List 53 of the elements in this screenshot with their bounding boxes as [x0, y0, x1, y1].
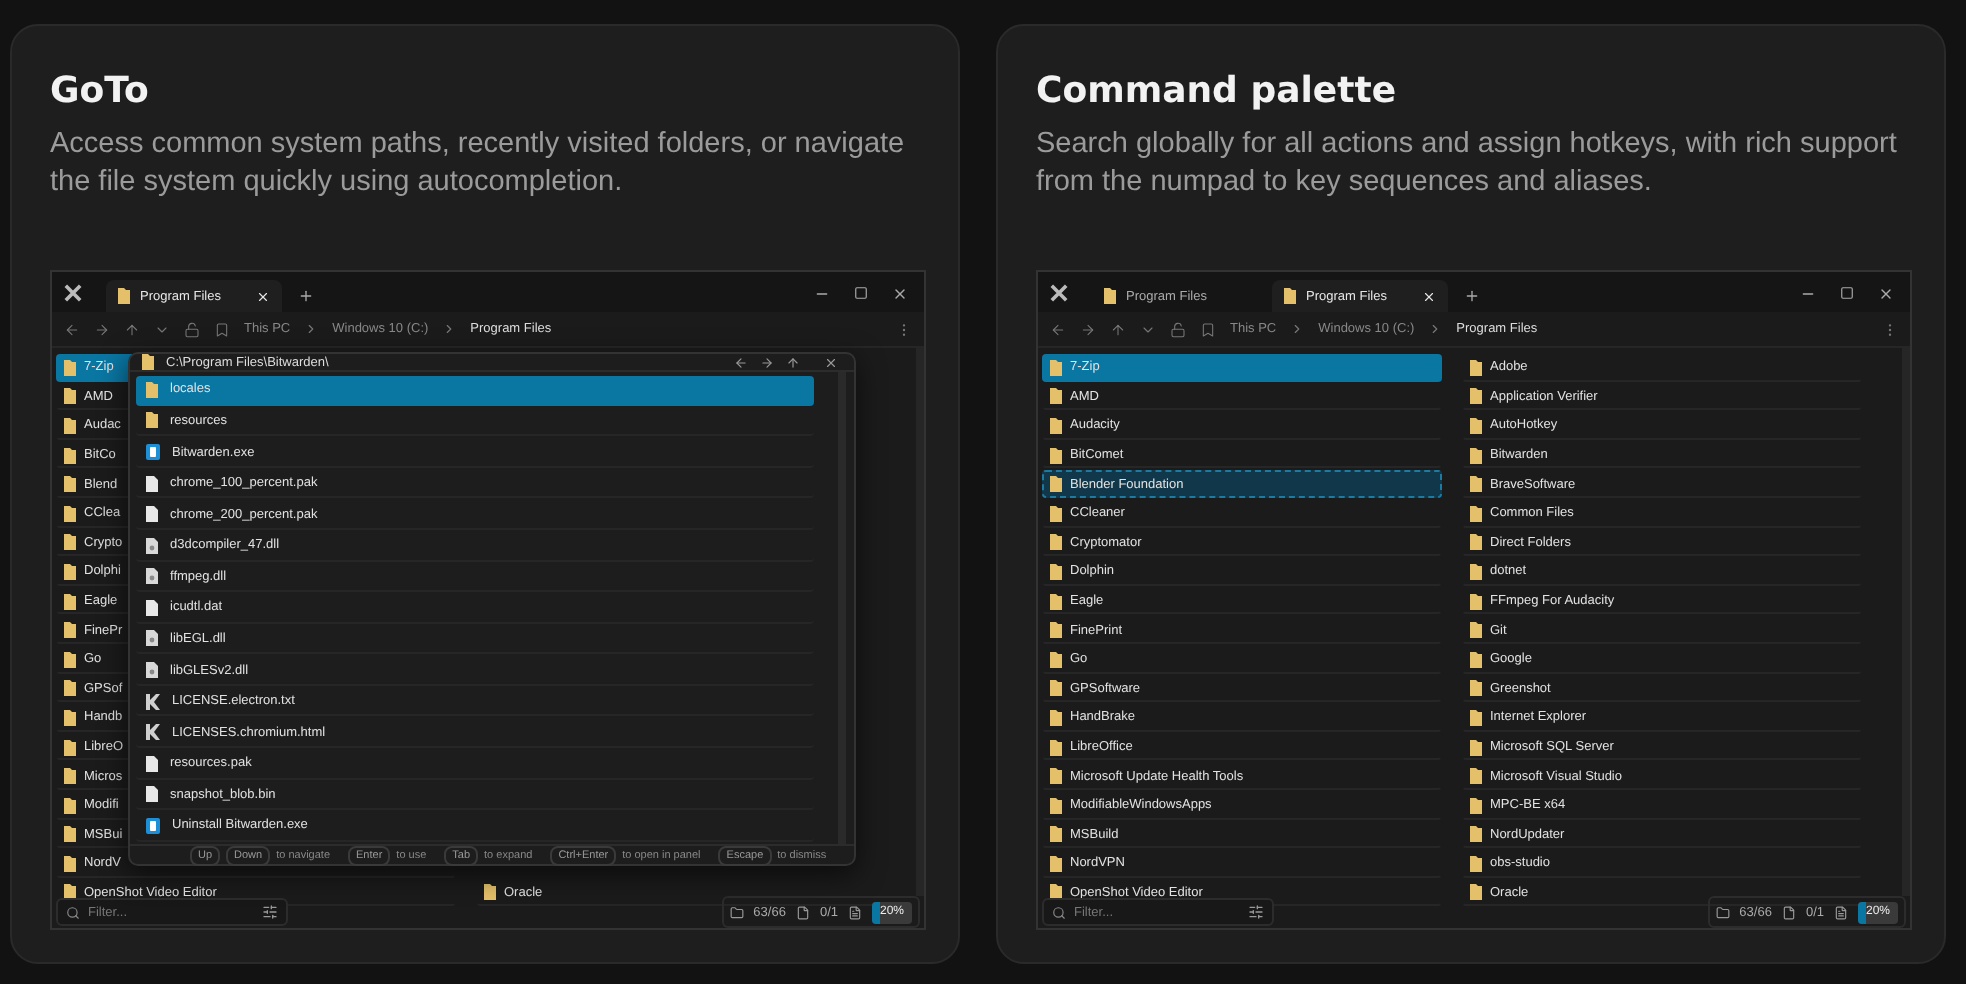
- app-icon: [146, 817, 160, 834]
- forward-icon[interactable]: [1080, 321, 1096, 337]
- document-icon[interactable]: [848, 905, 862, 919]
- card-title: Command palette: [1036, 70, 1399, 112]
- close-icon[interactable]: [892, 286, 908, 302]
- forward-icon[interactable]: [760, 355, 774, 369]
- back-icon[interactable]: [64, 321, 80, 337]
- new-tab-icon[interactable]: [298, 288, 314, 304]
- search-icon: [1052, 905, 1066, 919]
- filter-options-icon[interactable]: [262, 904, 278, 920]
- close-icon[interactable]: [1878, 286, 1894, 302]
- license-icon: [146, 724, 160, 741]
- back-icon[interactable]: [1050, 321, 1066, 337]
- file-icon: [1781, 905, 1796, 919]
- file-icon: [795, 905, 810, 919]
- gear-file-icon: [146, 537, 158, 554]
- up-icon[interactable]: [124, 321, 140, 337]
- folder-icon: [118, 288, 130, 304]
- gear-file-icon: [146, 568, 158, 585]
- bookmark-icon[interactable]: [1200, 321, 1216, 337]
- up-icon[interactable]: [786, 355, 800, 369]
- chevron-right-icon: [442, 322, 457, 336]
- lock-icon[interactable]: [184, 321, 200, 337]
- up-icon[interactable]: [1110, 321, 1126, 337]
- back-icon[interactable]: [734, 355, 748, 369]
- chevron-right-icon: [304, 322, 319, 336]
- app-logo-icon: [64, 284, 82, 302]
- folder-icon: [729, 905, 744, 919]
- document-icon[interactable]: [1834, 905, 1848, 919]
- card-description: Access common system paths, recently visited folders, or navigate the file system quickly using autocompletion.: [50, 126, 907, 202]
- bookmark-icon[interactable]: [214, 321, 230, 337]
- app-logo-icon: [1050, 284, 1068, 302]
- lock-icon[interactable]: [1170, 321, 1186, 337]
- card-description: Search globally for all actions and assign hotkeys, with rich support from the numpad to key sequences and aliases.: [1036, 126, 1899, 202]
- folder-icon: [1284, 288, 1296, 304]
- gear-file-icon: [146, 662, 158, 679]
- app-icon: [146, 444, 160, 460]
- folder-icon: [484, 884, 496, 901]
- license-icon: [146, 693, 160, 710]
- chevron-right-icon: [1290, 322, 1305, 336]
- gear-file-icon: [146, 630, 158, 647]
- card-title: GoTo: [50, 70, 151, 112]
- file-icon: [146, 599, 158, 616]
- filter-options-icon[interactable]: [1248, 904, 1264, 920]
- chevron-right-icon: [1428, 322, 1443, 336]
- folder-icon: [1104, 288, 1116, 304]
- search-icon: [66, 905, 80, 919]
- maximize-icon[interactable]: [854, 286, 868, 300]
- folder-icon: [1715, 905, 1730, 919]
- new-tab-icon[interactable]: [1464, 288, 1480, 304]
- maximize-icon[interactable]: [1840, 286, 1854, 300]
- close-icon[interactable]: [824, 355, 838, 369]
- forward-icon[interactable]: [94, 321, 110, 337]
